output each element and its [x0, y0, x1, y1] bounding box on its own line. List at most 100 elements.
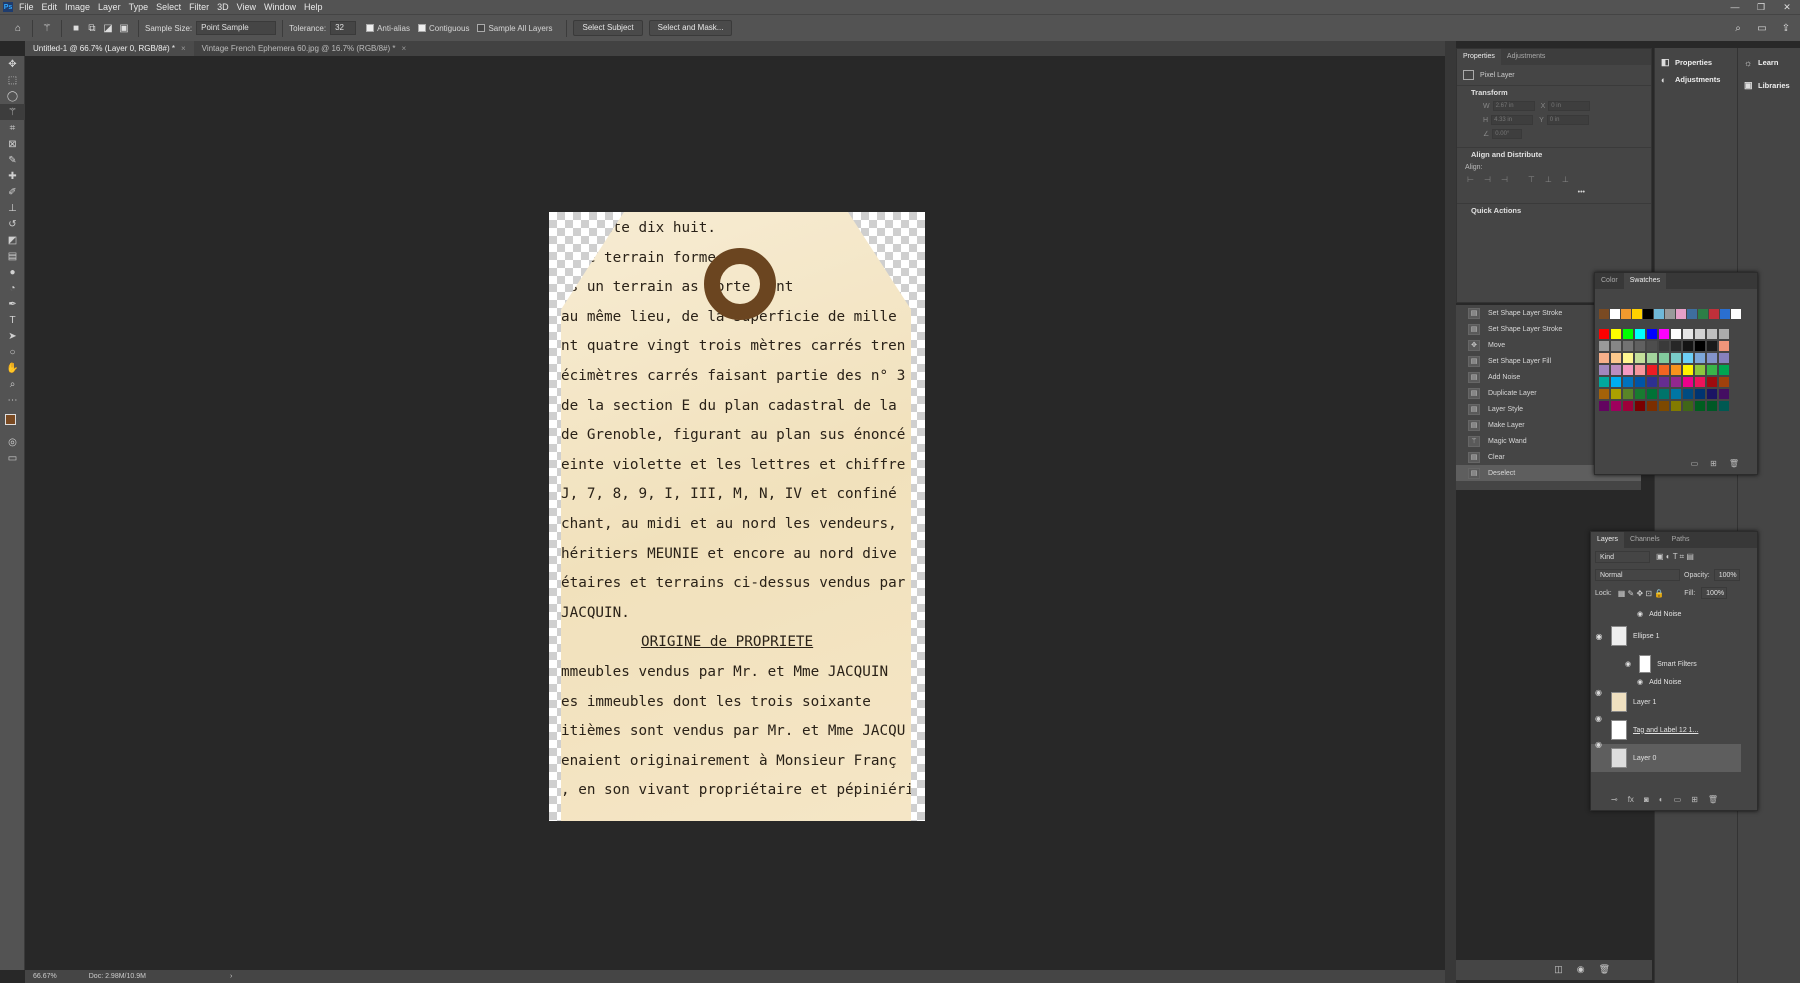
swatch[interactable]: [1659, 341, 1669, 351]
swatch[interactable]: [1707, 353, 1717, 363]
swatch[interactable]: [1707, 377, 1717, 387]
swatch[interactable]: [1621, 309, 1631, 319]
swatch[interactable]: [1623, 377, 1633, 387]
close-icon[interactable]: ✕: [1774, 0, 1800, 14]
swatch[interactable]: [1647, 353, 1657, 363]
swatch[interactable]: [1707, 341, 1717, 351]
swatch[interactable]: [1719, 353, 1729, 363]
blend-mode-select[interactable]: Normal: [1595, 569, 1680, 581]
swatch[interactable]: [1635, 401, 1645, 411]
eraser-tool-icon[interactable]: ◩: [0, 232, 25, 248]
link-icon[interactable]: ⊸: [1611, 795, 1618, 804]
swatch[interactable]: [1611, 341, 1621, 351]
layer-kind-filter[interactable]: Kind: [1595, 551, 1650, 563]
swatch[interactable]: [1623, 341, 1633, 351]
restore-icon[interactable]: ❐: [1748, 0, 1774, 14]
search-icon[interactable]: ⌕: [1730, 20, 1746, 36]
quick-mask-icon[interactable]: ◎: [0, 434, 25, 450]
workspace-icon[interactable]: ▭: [1754, 20, 1770, 36]
menu-window[interactable]: Window: [264, 2, 296, 12]
swatch[interactable]: [1683, 389, 1693, 399]
layer-row-layer-1[interactable]: Layer 1: [1591, 688, 1741, 716]
swatch[interactable]: [1683, 401, 1693, 411]
color-picker[interactable]: [0, 408, 24, 434]
new-layer-icon[interactable]: ⊞: [1691, 795, 1698, 804]
stamp-tool-icon[interactable]: ⊥: [0, 200, 25, 216]
eye-icon[interactable]: ◉: [1595, 688, 1602, 697]
swatch[interactable]: [1647, 329, 1657, 339]
path-selection-tool-icon[interactable]: ➤: [0, 328, 25, 344]
swatch[interactable]: [1671, 341, 1681, 351]
align-vcenter-icon[interactable]: ⊥: [1545, 175, 1552, 189]
swatch[interactable]: [1643, 309, 1653, 319]
menu-3d[interactable]: 3D: [217, 2, 229, 12]
swatch[interactable]: [1623, 329, 1633, 339]
swatch[interactable]: [1659, 377, 1669, 387]
swatch[interactable]: [1683, 329, 1693, 339]
swatch[interactable]: [1707, 329, 1717, 339]
select-subject-button[interactable]: Select Subject: [573, 20, 643, 36]
dodge-tool-icon[interactable]: ◔: [0, 280, 25, 296]
group-icon[interactable]: ▭: [1674, 795, 1682, 804]
more-options-icon[interactable]: •••: [1457, 189, 1651, 203]
swatch[interactable]: [1676, 309, 1686, 319]
close-tab-icon[interactable]: ×: [402, 44, 407, 53]
menu-select[interactable]: Select: [156, 2, 181, 12]
quick-actions-header[interactable]: Quick Actions: [1457, 203, 1651, 217]
swatch[interactable]: [1623, 401, 1633, 411]
layer-row-layer-0[interactable]: Layer 0: [1591, 744, 1741, 772]
swatch[interactable]: [1695, 353, 1705, 363]
swatch[interactable]: [1635, 329, 1645, 339]
layer-row-tag-label[interactable]: Tag and Label 12 1...: [1591, 716, 1741, 744]
more-tools-icon[interactable]: ⋯: [0, 392, 25, 408]
history-brush-tool-icon[interactable]: ↺: [0, 216, 25, 232]
menu-filter[interactable]: Filter: [189, 2, 209, 12]
status-arrow-icon[interactable]: ›: [230, 973, 232, 980]
eyedropper-tool-icon[interactable]: ✎: [0, 152, 25, 168]
lasso-tool-icon[interactable]: ◯: [0, 88, 25, 104]
swatch[interactable]: [1709, 309, 1719, 319]
align-right-icon[interactable]: ⊣: [1501, 175, 1508, 189]
intersect-selection-icon[interactable]: ▣: [116, 20, 132, 36]
swatch[interactable]: [1632, 309, 1642, 319]
tab-channels[interactable]: Channels: [1624, 532, 1666, 548]
share-icon[interactable]: ⇪: [1778, 20, 1794, 36]
screen-mode-icon[interactable]: ▭: [0, 450, 25, 466]
swatch[interactable]: [1635, 389, 1645, 399]
fill-field[interactable]: 100%: [1701, 587, 1728, 599]
menu-image[interactable]: Image: [65, 2, 90, 12]
tab-properties[interactable]: Properties: [1457, 49, 1501, 65]
tab-untitled-1[interactable]: Untitled-1 @ 66.7% (Layer 0, RGB/8#) * ×: [25, 41, 194, 56]
layer-effect-row[interactable]: ◉ Add Noise: [1591, 610, 1741, 619]
swatch[interactable]: [1683, 341, 1693, 351]
menu-file[interactable]: File: [19, 2, 34, 12]
eye-icon[interactable]: ◉: [1595, 740, 1602, 749]
y-field[interactable]: 0 in: [1546, 115, 1589, 125]
move-tool-icon[interactable]: ✥: [0, 56, 25, 72]
swatch[interactable]: [1599, 365, 1609, 375]
add-selection-icon[interactable]: ⧉: [84, 20, 100, 36]
tab-swatches[interactable]: Swatches: [1623, 273, 1667, 289]
swatch[interactable]: [1687, 309, 1697, 319]
swatch[interactable]: [1719, 329, 1729, 339]
height-field[interactable]: 4.33 in: [1491, 115, 1534, 125]
foreground-color-swatch[interactable]: [5, 414, 16, 425]
zoom-level[interactable]: 66.67%: [33, 973, 57, 980]
type-tool-icon[interactable]: T: [0, 312, 25, 328]
anti-alias-checkbox[interactable]: Anti-alias: [366, 24, 410, 33]
frame-tool-icon[interactable]: ⊠: [0, 136, 25, 152]
swatch[interactable]: [1719, 365, 1729, 375]
swatch[interactable]: [1623, 389, 1633, 399]
swatch[interactable]: [1719, 389, 1729, 399]
transform-header[interactable]: Transform: [1457, 85, 1651, 99]
contiguous-checkbox[interactable]: Contiguous: [417, 24, 469, 33]
menu-help[interactable]: Help: [304, 2, 323, 12]
swatch[interactable]: [1647, 389, 1657, 399]
swatch[interactable]: [1599, 389, 1609, 399]
crop-tool-icon[interactable]: ⌗: [0, 120, 25, 136]
swatch[interactable]: [1671, 353, 1681, 363]
subtract-selection-icon[interactable]: ◪: [100, 20, 116, 36]
swatch[interactable]: [1659, 401, 1669, 411]
snapshot-icon[interactable]: ◫: [1554, 964, 1563, 975]
trash-icon[interactable]: 🗑: [1599, 964, 1610, 975]
